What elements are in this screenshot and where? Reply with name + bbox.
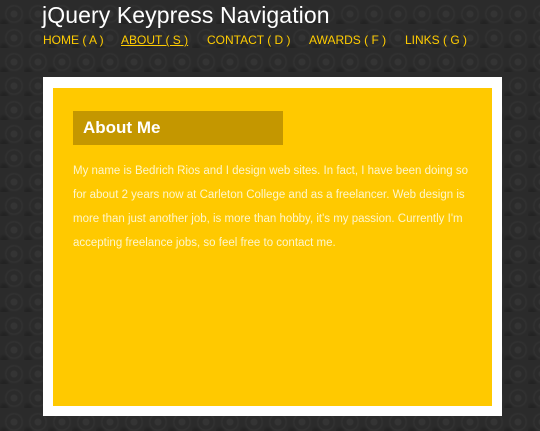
site-title: jQuery Keypress Navigation xyxy=(42,2,330,28)
nav-item-links[interactable]: LINKS ( G ) xyxy=(405,32,467,48)
section-body: My name is Bedrich Rios and I design web… xyxy=(73,165,469,249)
nav-item-home[interactable]: HOME ( A ) xyxy=(43,32,104,48)
section-heading: About Me xyxy=(73,111,283,145)
nav-item-awards[interactable]: AWARDS ( F ) xyxy=(309,32,386,48)
nav-item-contact[interactable]: CONTACT ( D ) xyxy=(207,32,291,48)
nav-item-about[interactable]: ABOUT ( S ) xyxy=(121,32,188,48)
content-panel-frame: About Me My name is Bedrich Rios and I d… xyxy=(43,77,502,416)
content-panel: About Me My name is Bedrich Rios and I d… xyxy=(53,88,492,406)
